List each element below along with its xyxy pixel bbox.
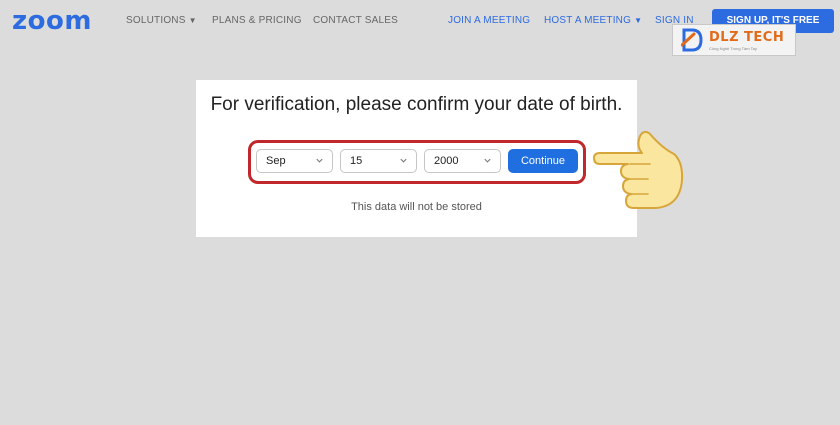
nav-contact-sales-label: CONTACT SALES	[313, 15, 399, 26]
watermark-brand: DLZ TECH	[709, 30, 785, 45]
month-select[interactable]: Sep	[256, 149, 333, 173]
zoom-logo[interactable]: zoom	[12, 6, 92, 36]
nav-solutions-label: SOLUTIONS	[126, 15, 186, 26]
caret-down-icon: ▼	[634, 16, 643, 25]
nav-host-meeting-label: HOST A MEETING	[544, 15, 632, 26]
privacy-note: This data will not be stored	[351, 201, 482, 213]
nav-join-meeting[interactable]: JOIN A MEETING	[448, 15, 530, 26]
nav-host-meeting[interactable]: HOST A MEETING ▼	[544, 15, 642, 26]
continue-button[interactable]: Continue	[508, 149, 578, 173]
date-of-birth-dialog: For verification, please confirm your da…	[196, 80, 637, 237]
month-value: Sep	[266, 155, 286, 167]
day-select[interactable]: 15	[340, 149, 417, 173]
chevron-down-icon	[400, 158, 407, 163]
nav-solutions[interactable]: SOLUTIONS ▼	[126, 15, 197, 26]
dlz-tech-watermark: DLZ TECH Công Nghệ Trong Tầm Tay	[672, 24, 796, 56]
caret-down-icon: ▼	[188, 16, 197, 25]
dialog-title: For verification, please confirm your da…	[210, 94, 623, 115]
nav-join-meeting-label: JOIN A MEETING	[448, 15, 531, 26]
chevron-down-icon	[316, 158, 323, 163]
nav-plans-pricing-label: PLANS & PRICING	[212, 15, 302, 26]
nav-plans-pricing[interactable]: PLANS & PRICING	[212, 15, 302, 26]
pointing-hand-icon	[593, 130, 684, 209]
chevron-down-icon	[484, 158, 491, 163]
nav-contact-sales[interactable]: CONTACT SALES	[313, 15, 398, 26]
year-value: 2000	[434, 155, 459, 167]
year-select[interactable]: 2000	[424, 149, 501, 173]
dlz-logo-icon	[681, 28, 703, 52]
watermark-tagline: Công Nghệ Trong Tầm Tay	[709, 46, 757, 51]
day-value: 15	[350, 155, 363, 167]
